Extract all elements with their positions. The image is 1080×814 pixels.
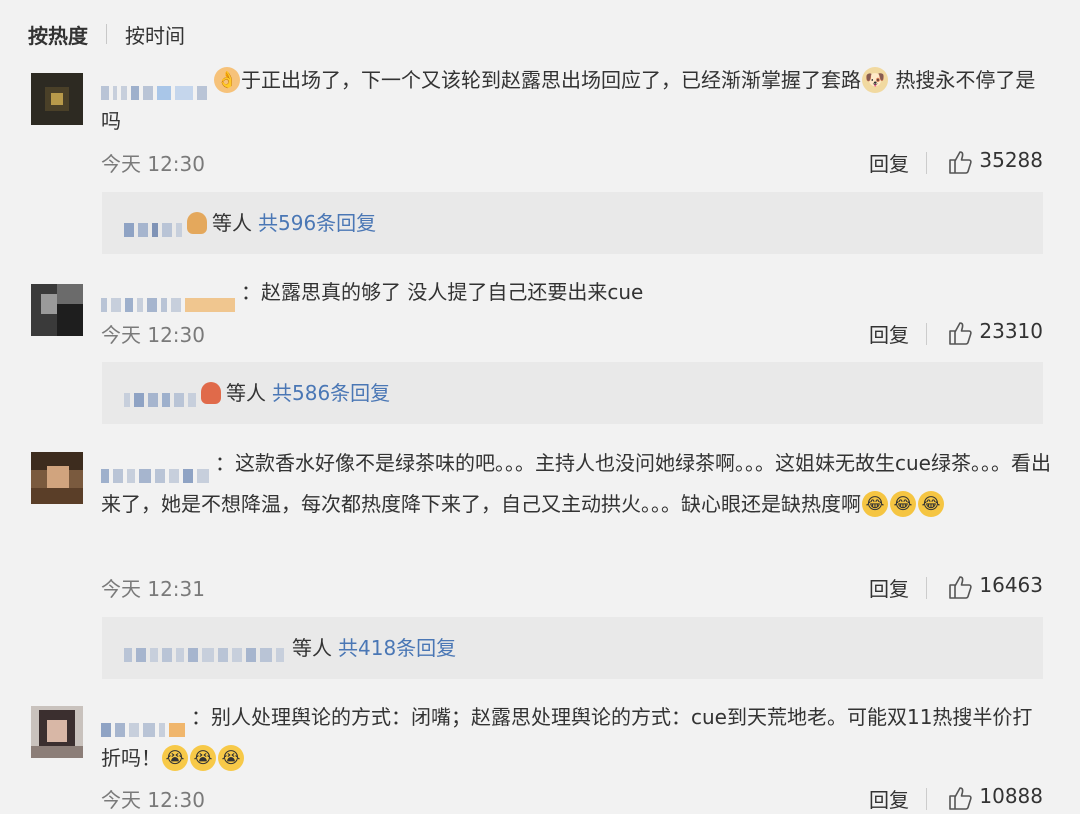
reply-summary[interactable]: 等人 共418条回复 — [102, 617, 1043, 679]
reply-who: 等人 — [292, 636, 332, 660]
doge-emoji: 🐶 — [862, 66, 888, 93]
like-count: 23310 — [979, 319, 1043, 343]
comment-meta: 今天 12:31 回复 16463 — [101, 573, 1043, 603]
comment-text: 👌 于正出场了，下一个又该轮到赵露思出场回应了，已经渐渐掌握了套路 🐶 热搜永不停了… — [101, 60, 1051, 142]
laugh-cry-emoji: 😂 — [890, 490, 916, 517]
ok-hand-emoji: 👌 — [214, 66, 240, 93]
timestamp: 今天 12:30 — [101, 152, 205, 176]
tears-emoji: 😭 — [162, 744, 188, 771]
blurred-reply-users — [124, 640, 288, 662]
blurred-username[interactable] — [101, 72, 211, 100]
avatar[interactable] — [31, 706, 83, 758]
divider — [926, 577, 927, 599]
blurred-reply-users — [124, 215, 186, 237]
reply-total-link[interactable]: 共418条回复 — [338, 636, 456, 660]
laugh-cry-emoji: 😂 — [918, 490, 944, 517]
sort-by-time[interactable]: 按时间 — [125, 20, 185, 49]
reply-button[interactable]: 回复 — [869, 784, 909, 813]
reply-button[interactable]: 回复 — [869, 148, 909, 177]
comment-body: 于正出场了，下一个又该轮到赵露思出场回应了，已经渐渐掌握了套路 — [241, 68, 861, 92]
reply-total-link[interactable]: 共596条回复 — [258, 211, 376, 235]
reply-summary[interactable]: 等人 共586条回复 — [102, 362, 1043, 424]
reply-summary[interactable]: 等人 共596条回复 — [102, 192, 1043, 254]
sort-bar: 按热度 按时间 — [28, 18, 185, 50]
reply-button[interactable]: 回复 — [869, 319, 909, 348]
timestamp: 今天 12:31 — [101, 577, 205, 601]
timestamp: 今天 12:30 — [101, 323, 205, 347]
divider — [926, 323, 927, 345]
comment-meta: 今天 12:30 回复 23310 — [101, 319, 1043, 349]
comment-body: ：赵露思真的够了 没人提了自己还要出来cue — [241, 280, 644, 304]
avatar-emoji — [201, 381, 221, 404]
tears-emoji: 😭 — [190, 744, 216, 771]
laugh-cry-emoji: 😂 — [862, 490, 888, 517]
reply-total-link[interactable]: 共586条回复 — [272, 381, 390, 405]
reply-who: 等人 — [226, 381, 266, 405]
thumbs-up-icon[interactable] — [947, 320, 973, 346]
like-count: 16463 — [979, 573, 1043, 597]
sort-divider — [106, 24, 107, 44]
reply-button[interactable]: 回复 — [869, 573, 909, 602]
thumbs-up-icon[interactable] — [947, 574, 973, 600]
comment-text: ：别人处理舆论的方式：闭嘴；赵露思处理舆论的方式：cue到天荒地老。可能双11热… — [101, 697, 1051, 779]
comment-meta: 今天 12:30 回复 10888 — [101, 784, 1043, 814]
blurred-username[interactable] — [101, 284, 239, 312]
reply-who: 等人 — [212, 211, 252, 235]
avatar[interactable] — [31, 452, 83, 504]
timestamp: 今天 12:30 — [101, 788, 205, 812]
avatar[interactable] — [31, 284, 83, 336]
avatar-emoji — [187, 211, 207, 234]
thumbs-up-icon[interactable] — [947, 149, 973, 175]
avatar[interactable] — [31, 73, 83, 125]
comment-meta: 今天 12:30 回复 35288 — [101, 148, 1043, 178]
blurred-username[interactable] — [101, 455, 213, 483]
tears-emoji: 😭 — [218, 744, 244, 771]
blurred-reply-users — [124, 385, 200, 407]
comment-text: ：这款香水好像不是绿茶味的吧。。。主持人也没问她绿茶啊。。。这姐妹无故生cue绿… — [101, 443, 1051, 525]
comment-text: ：赵露思真的够了 没人提了自己还要出来cue — [101, 272, 1051, 313]
thumbs-up-icon[interactable] — [947, 785, 973, 811]
sort-by-hot[interactable]: 按热度 — [28, 20, 88, 49]
blurred-username[interactable] — [101, 709, 189, 737]
like-count: 10888 — [979, 784, 1043, 808]
like-count: 35288 — [979, 148, 1043, 172]
divider — [926, 788, 927, 810]
divider — [926, 152, 927, 174]
